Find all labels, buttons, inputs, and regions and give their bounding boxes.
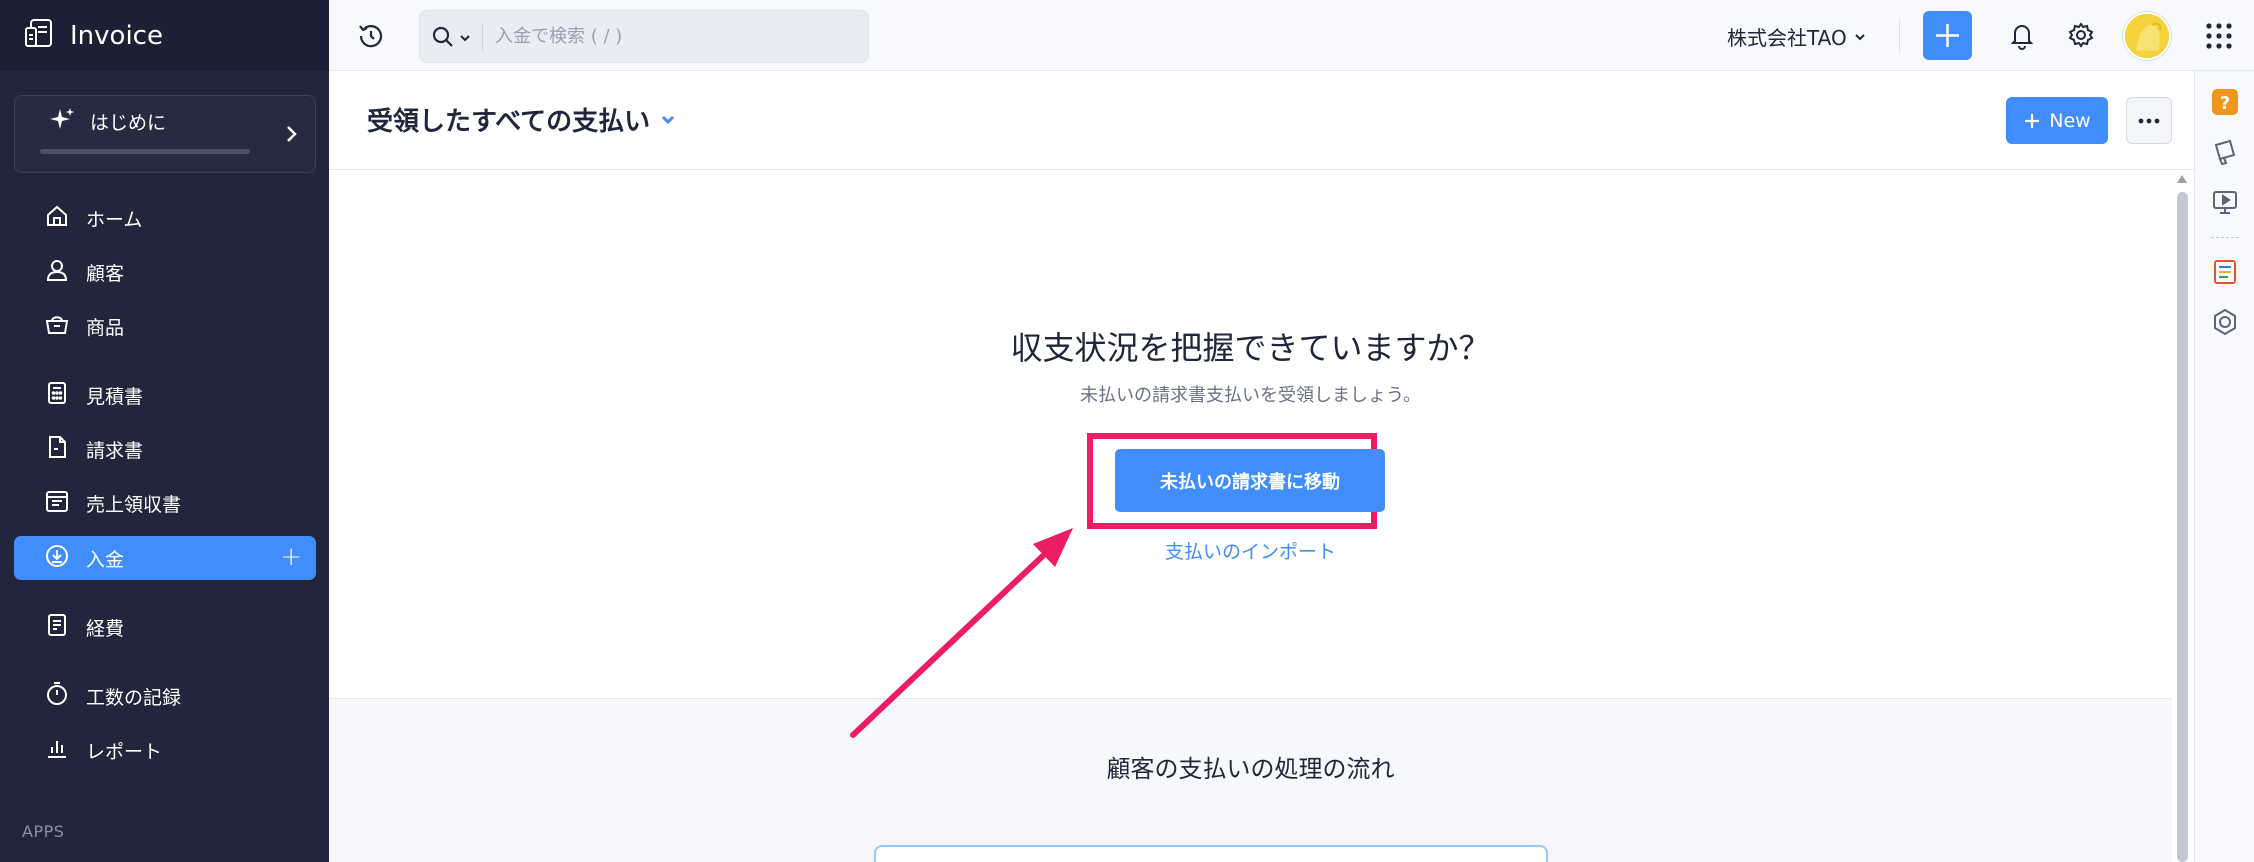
plus-icon [1936,24,1959,47]
search-icon[interactable] [430,24,456,50]
invoice-logo-icon [22,16,58,56]
receipt-icon [44,488,86,519]
new-button[interactable]: New [2006,97,2108,144]
sidebar-item-label: 顧客 [86,262,125,285]
organization-switcher[interactable]: 株式会社TAO [1727,22,1867,51]
help-icon[interactable]: ? [2210,87,2240,117]
sidebar-item-customers[interactable]: 顧客 [14,250,316,294]
organization-name: 株式会社TAO [1727,26,1847,50]
scroll-up-arrow-icon[interactable] [2176,174,2188,184]
avatar-image [2125,14,2169,58]
brand[interactable]: Invoice [0,0,329,71]
home-icon [44,203,86,234]
add-payment-button[interactable]: + [280,544,302,570]
getting-started-card[interactable]: はじめに [14,95,316,173]
search-input[interactable] [495,26,855,47]
expense-icon [44,612,86,643]
chevron-down-icon [1855,33,1865,40]
plus-icon [2025,113,2040,128]
page-title-dropdown[interactable]: 受領したすべての支払い [367,101,678,138]
more-options-button[interactable] [2126,97,2172,144]
sidebar-item-label: 工数の記録 [86,686,182,709]
sidebar-item-sales-receipts[interactable]: 売上領収書 [14,481,316,525]
svg-text:?: ? [2220,93,2230,114]
calculator-icon [44,380,86,411]
import-payments-link-text[interactable]: 支払いのインポート [1165,541,1336,563]
getting-started-label: はじめに [90,112,167,134]
page-header: 受領したすべての支払い New [329,71,2194,170]
sidebar-item-label: ホーム [86,208,143,231]
payment-flow-card [874,845,1548,862]
page-title: 受領したすべての支払い [367,107,651,137]
app-title: Invoice [70,20,163,51]
gear-icon[interactable] [2066,20,2096,50]
topbar-divider [1899,20,1900,52]
search-divider [482,22,483,51]
sidebar-item-home[interactable]: ホーム [14,196,316,240]
search-bar[interactable] [419,10,869,63]
sidebar-item-label: 売上領収書 [86,493,182,516]
main-content: 受領したすべての支払い New 収支状況を把握できていますか？ 未払いの請求書支… [329,71,2194,862]
getting-started-progress [40,149,250,154]
sidebar-item-reports[interactable]: レポート [14,728,316,772]
empty-state-subtext: 未払いの請求書支払いを受領しましょう。 [1080,385,1421,406]
sidebar-item-invoices[interactable]: 請求書 [14,427,316,471]
sidebar-item-label: 商品 [86,316,125,339]
top-bar: 株式会社TAO [329,0,2254,71]
payment-flow-section: 顧客の支払いの処理の流れ [329,698,2172,862]
vertical-scrollbar[interactable] [2172,170,2192,862]
sidebar-item-items[interactable]: 商品 [14,304,316,348]
empty-state-heading: 収支状況を把握できていますか？ [1010,329,1491,367]
integrations-icon[interactable] [2210,307,2240,337]
sidebar: Invoice はじめに ホーム 顧客 商品 見積書 請求書 売上領収書 入金 … [0,0,329,862]
sidebar-item-label: 請求書 [86,439,144,462]
sidebar-item-timesheet[interactable]: 工数の記録 [14,674,316,718]
download-icon [44,543,86,574]
right-rail: ? [2194,71,2254,862]
sidebar-item-label: 経費 [86,617,125,640]
announcement-icon[interactable] [2210,137,2240,167]
sidebar-item-label: 入金 [86,548,125,571]
more-horizontal-icon [2138,118,2160,123]
chevron-down-icon[interactable] [458,30,472,44]
chevron-right-icon [281,120,301,148]
scrollbar-thumb[interactable] [2177,192,2188,862]
sidebar-item-payments-received[interactable]: 入金 + [14,536,316,580]
bar-chart-icon [44,735,86,766]
apps-grid-icon[interactable] [2205,22,2233,50]
timer-icon [44,681,86,712]
import-payments-link: 支払いのインポート [329,537,2172,564]
go-to-unpaid-invoices-button[interactable]: 未払いの請求書に移動 [1115,449,1385,512]
sidebar-item-label: レポート [86,740,163,763]
recent-history-icon[interactable] [355,20,387,52]
sparkle-icon [48,106,76,134]
basket-icon [44,311,86,342]
document-icon [44,434,86,465]
video-tutorial-icon[interactable] [2210,187,2240,217]
new-button-label: New [2049,109,2091,132]
sidebar-item-label: 見積書 [86,385,144,408]
chevron-down-icon [662,115,675,124]
sidebar-item-expenses[interactable]: 経費 [14,605,316,649]
bell-icon[interactable] [2007,20,2037,50]
rail-divider [2211,237,2239,238]
sidebar-item-estimates[interactable]: 見積書 [14,373,316,417]
apps-section-label: APPS [22,822,65,841]
user-icon [44,257,86,288]
notebook-app-icon[interactable] [2210,257,2240,287]
quick-create-button[interactable] [1923,11,1972,60]
payment-flow-title: 顧客の支払いの処理の流れ [1106,755,1395,783]
avatar[interactable] [2123,12,2171,60]
